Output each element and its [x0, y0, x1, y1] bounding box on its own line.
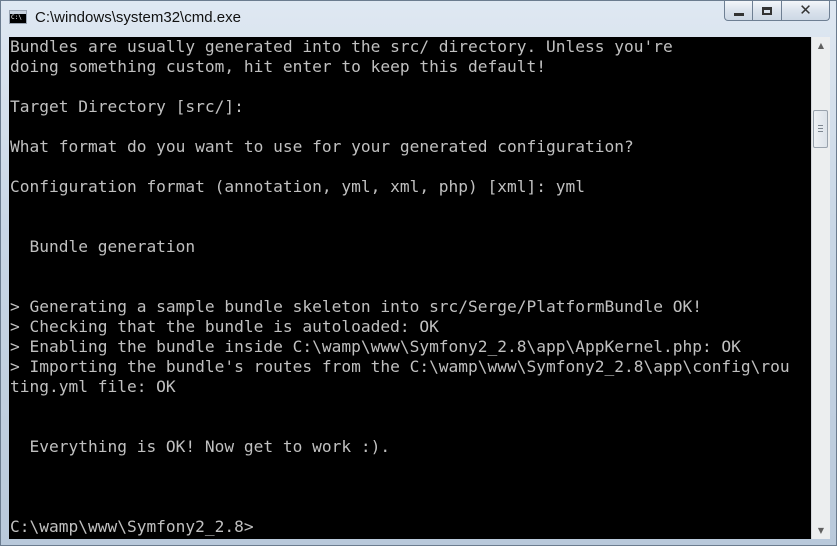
maximize-button[interactable]	[753, 1, 782, 21]
console-output[interactable]: Bundles are usually generated into the s…	[9, 37, 811, 539]
scroll-up-arrow-icon[interactable]: ▲	[812, 37, 830, 54]
console-line: Everything is OK! Now get to work :).	[10, 437, 391, 456]
console-line: Bundle generation	[10, 237, 196, 256]
scroll-down-arrow-icon[interactable]: ▼	[812, 522, 830, 539]
console-line: Configuration format (annotation, yml, x…	[10, 177, 585, 196]
scrollbar-grip-icon	[818, 125, 823, 133]
console-line: What format do you want to use for your …	[10, 137, 634, 156]
close-icon: ✕	[799, 1, 812, 19]
console-line: > Importing the bundle's routes from the…	[10, 357, 790, 376]
window-title: C:\windows\system32\cmd.exe	[35, 9, 241, 26]
cmd-app-icon[interactable]	[9, 10, 27, 24]
scrollbar-thumb[interactable]	[813, 110, 828, 148]
vertical-scrollbar[interactable]: ▲ ▼	[811, 37, 830, 539]
console-line: > Generating a sample bundle skeleton in…	[10, 297, 702, 316]
close-button[interactable]: ✕	[782, 1, 830, 21]
console-text: Bundles are usually generated into the s…	[9, 37, 811, 537]
maximize-icon	[762, 6, 772, 15]
minimize-button[interactable]	[724, 1, 753, 21]
title-bar[interactable]: C:\windows\system32\cmd.exe ✕	[1, 1, 836, 35]
console-line: > Enabling the bundle inside C:\wamp\www…	[10, 337, 741, 356]
console-line: Bundles are usually generated into the s…	[10, 37, 673, 56]
console-line: ting.yml file: OK	[10, 377, 176, 396]
cmd-window: C:\windows\system32\cmd.exe ✕ Bundles ar…	[0, 0, 837, 546]
console-line: doing something custom, hit enter to kee…	[10, 57, 547, 76]
minimize-icon	[733, 13, 744, 16]
console-line: Target Directory [src/]:	[10, 97, 244, 116]
console-line: > Checking that the bundle is autoloaded…	[10, 317, 439, 336]
window-controls: ✕	[724, 1, 830, 21]
console-line: C:\wamp\www\Symfony2_2.8>	[10, 517, 254, 536]
